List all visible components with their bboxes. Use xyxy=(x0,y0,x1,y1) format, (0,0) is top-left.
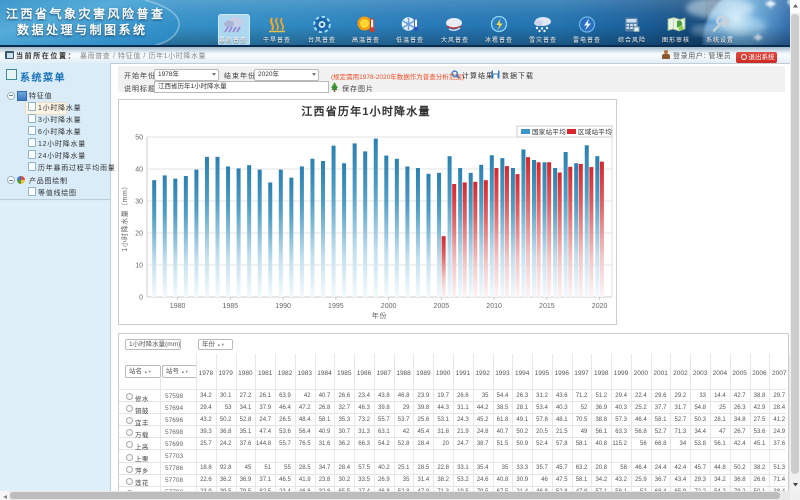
svg-text:1980: 1980 xyxy=(170,303,186,310)
svg-text:0: 0 xyxy=(139,295,143,302)
svg-text:50: 50 xyxy=(135,135,143,142)
svg-text:2005: 2005 xyxy=(434,303,450,310)
svg-text:1985: 1985 xyxy=(223,303,239,310)
svg-text:2000: 2000 xyxy=(381,303,397,310)
svg-text:区域站平均: 区域站平均 xyxy=(578,127,612,136)
svg-text:2020: 2020 xyxy=(592,303,608,310)
svg-text:国家站平均: 国家站平均 xyxy=(532,127,566,136)
svg-text:20: 20 xyxy=(135,231,143,238)
svg-text:年份: 年份 xyxy=(372,311,388,320)
svg-text:1小时降水量（mm）: 1小时降水量（mm） xyxy=(120,182,129,252)
svg-text:1995: 1995 xyxy=(328,303,344,310)
svg-text:2015: 2015 xyxy=(539,303,555,310)
svg-text:30: 30 xyxy=(135,199,143,206)
svg-text:10: 10 xyxy=(135,263,143,270)
svg-text:江西省历年1小时降水量: 江西省历年1小时降水量 xyxy=(301,104,430,118)
svg-text:2010: 2010 xyxy=(486,303,502,310)
svg-text:40: 40 xyxy=(135,167,143,174)
svg-text:1990: 1990 xyxy=(275,303,291,310)
